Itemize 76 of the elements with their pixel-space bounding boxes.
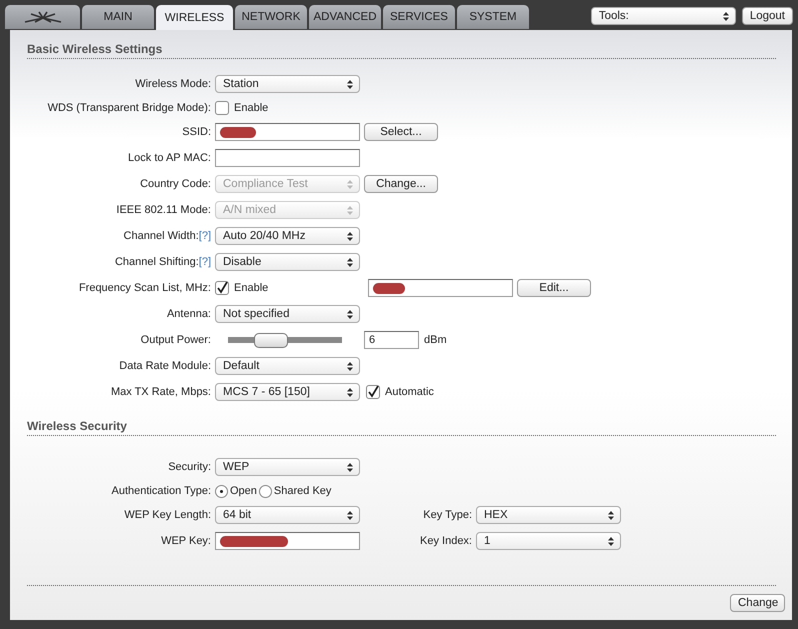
field-label: WEP Key:	[161, 535, 211, 547]
dropdown[interactable]: HEX	[476, 506, 621, 524]
updown-arrows-icon	[608, 536, 614, 546]
checkbox[interactable]	[215, 281, 229, 295]
radio-label: Open	[230, 485, 257, 497]
text-field[interactable]	[215, 123, 360, 141]
field-label: Wireless Mode:	[135, 78, 211, 90]
field-label: Channel Shifting:	[114, 256, 199, 268]
updown-arrows-icon	[347, 258, 353, 266]
logo-icon	[22, 10, 62, 24]
field-label: Security:	[168, 461, 211, 473]
field-label: Frequency Scan List, MHz:	[78, 282, 211, 294]
tab[interactable]: NETWORK	[235, 5, 307, 29]
updown-arrows-icon	[347, 462, 353, 472]
updown-arrows-icon	[347, 80, 353, 88]
tab[interactable]: SERVICES	[383, 5, 455, 29]
section-heading: Basic Wireless Settings	[27, 30, 776, 59]
text-field[interactable]: 6	[364, 331, 419, 349]
section-heading: Wireless Security	[27, 405, 776, 436]
updown-arrows-icon	[347, 388, 353, 396]
checkbox-label: Enable	[234, 282, 268, 294]
field-label: Max TX Rate, Mbps:	[110, 386, 211, 398]
updown-arrows-icon	[347, 362, 353, 370]
updown-arrows-icon	[347, 206, 353, 214]
checkbox[interactable]	[215, 101, 229, 115]
dropdown[interactable]: MCS 7 - 65 [150]	[215, 383, 360, 401]
field-label: Data Rate Module:	[119, 360, 211, 372]
field-label: WDS (Transparent Bridge Mode):	[48, 102, 211, 114]
field-label: WEP Key Length:	[124, 509, 211, 521]
field-label: SSID:	[182, 126, 211, 138]
logout-button[interactable]: Logout	[742, 7, 793, 25]
field-label: Key Index:	[419, 535, 472, 547]
field-label: IEEE 802.11 Mode:	[116, 204, 211, 216]
dropdown[interactable]: Not specified	[215, 305, 360, 323]
radio-label: Shared Key	[274, 485, 332, 497]
updown-arrows-icon	[722, 12, 729, 20]
dropdown[interactable]: Auto 20/40 MHz	[215, 227, 360, 245]
field-label: Authentication Type:	[112, 485, 211, 497]
radio-button[interactable]	[215, 484, 228, 498]
help-link[interactable]: [?]	[198, 230, 211, 242]
action-button[interactable]: Select...	[364, 123, 438, 141]
field-label: Key Type:	[422, 509, 472, 521]
slider-thumb[interactable]	[254, 332, 288, 348]
tools-dropdown[interactable]: Tools:	[590, 7, 736, 25]
field-label: Lock to AP MAC:	[128, 152, 211, 164]
updown-arrows-icon	[347, 310, 353, 318]
updown-arrows-icon	[347, 232, 353, 240]
field-label: Country Code:	[140, 178, 211, 190]
change-button[interactable]: Change	[730, 594, 785, 612]
text-field[interactable]	[368, 279, 513, 297]
tab[interactable]: MAIN	[82, 5, 154, 29]
text-field[interactable]	[215, 149, 360, 167]
field-label: Antenna:	[166, 308, 211, 320]
updown-arrows-icon	[347, 180, 353, 188]
checkbox[interactable]	[366, 385, 380, 399]
dropdown[interactable]: 1	[476, 532, 621, 550]
dropdown[interactable]: 64 bit	[215, 506, 360, 524]
unit-label: dBm	[424, 334, 447, 346]
updown-arrows-icon	[608, 510, 614, 520]
tab[interactable]	[5, 5, 80, 29]
checkbox-label: Automatic	[385, 386, 434, 398]
dropdown[interactable]: Disable	[215, 253, 360, 271]
tab[interactable]: WIRELESS	[156, 5, 233, 30]
action-button[interactable]: Edit...	[517, 279, 591, 297]
updown-arrows-icon	[347, 510, 353, 520]
dropdown[interactable]: Station	[215, 75, 360, 93]
help-link[interactable]: [?]	[198, 256, 211, 268]
field-label: Channel Width:	[124, 230, 199, 242]
text-field[interactable]	[215, 532, 360, 550]
dropdown[interactable]: Default	[215, 357, 360, 375]
dropdown[interactable]: WEP	[215, 458, 360, 476]
tab[interactable]: ADVANCED	[309, 5, 381, 29]
radio-button[interactable]	[258, 484, 272, 498]
tab[interactable]: SYSTEM	[457, 5, 529, 29]
field-label: Output Power:	[140, 334, 211, 346]
checkbox-label: Enable	[234, 102, 268, 114]
